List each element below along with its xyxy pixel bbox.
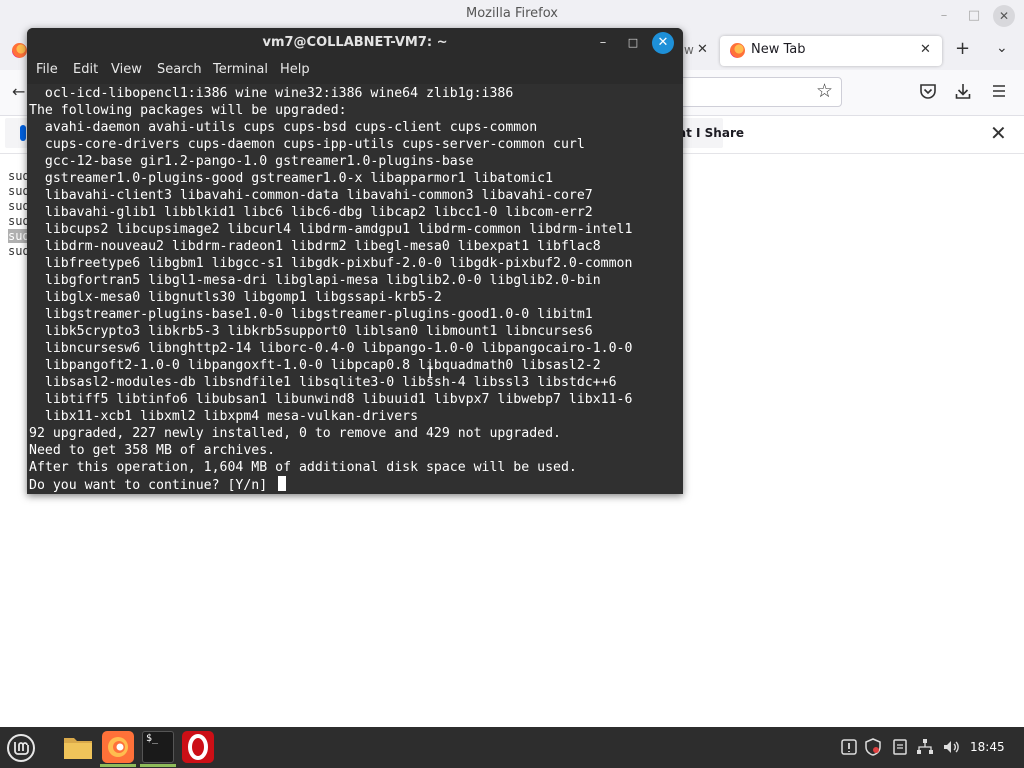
terminal-line: libdrm-nouveau2 libdrm-radeon1 libdrm2 l…: [29, 239, 601, 254]
terminal-line: gcc-12-base gir1.2-pango-1.0 gstreamer1.…: [29, 154, 474, 169]
firefox-icon[interactable]: [102, 731, 134, 763]
terminal-line: 92 upgraded, 227 newly installed, 0 to r…: [29, 426, 561, 441]
pocket-icon[interactable]: [919, 82, 937, 100]
network-icon[interactable]: [916, 738, 934, 756]
background-text-line-selected: sud: [8, 229, 28, 243]
tab-close-icon[interactable]: ✕: [920, 42, 931, 57]
back-button[interactable]: ←: [12, 82, 25, 101]
terminal-line: libcups2 libcupsimage2 libcurl4 libdrm-a…: [29, 222, 633, 237]
firefox-minimize-button[interactable]: –: [933, 5, 955, 27]
firefox-icon: [730, 43, 745, 58]
clipboard-icon[interactable]: [891, 738, 909, 756]
firefox-running-indicator: [100, 764, 136, 767]
terminal-line: libk5crypto3 libkrb5-3 libkrb5support0 l…: [29, 324, 593, 339]
terminal-minimize-button[interactable]: –: [592, 32, 614, 54]
clock[interactable]: 18:45: [970, 740, 1005, 754]
tab-prev-close-icon[interactable]: ✕: [697, 42, 708, 57]
firefox-window-title: Mozilla Firefox: [466, 6, 558, 21]
terminal-line: After this operation, 1,604 MB of additi…: [29, 460, 577, 475]
terminal-line: libsasl2-modules-db libsndfile1 libsqlit…: [29, 375, 617, 390]
notification-accent: [20, 125, 26, 141]
terminal-output-area[interactable]: ocl-icd-libopencl1:i386 wine wine32:i386…: [27, 84, 683, 494]
files-icon[interactable]: [62, 731, 94, 763]
terminal-line: avahi-daemon avahi-utils cups cups-bsd c…: [29, 120, 538, 135]
terminal-title: vm7@COLLABNET-VM7: ~: [262, 35, 448, 50]
menu-file[interactable]: File: [36, 62, 58, 77]
background-text-line: sud: [8, 244, 28, 258]
terminal-text: ocl-icd-libopencl1:i386 wine wine32:i386…: [29, 85, 632, 493]
terminal-line: libavahi-glib1 libblkid1 libc6 libc6-dbg…: [29, 205, 593, 220]
terminal-line: ocl-icd-libopencl1:i386 wine wine32:i386…: [29, 86, 514, 101]
terminal-line: cups-core-drivers cups-daemon cups-ipp-u…: [29, 137, 585, 152]
notification-close-icon[interactable]: ✕: [990, 121, 1007, 145]
terminal-window[interactable]: vm7@COLLABNET-VM7: ~ – □ ✕ File Edit Vie…: [27, 28, 683, 494]
background-text-line: sud: [8, 169, 28, 183]
terminal-line: libpangoft2-1.0-0 libpangoxft-1.0-0 libp…: [29, 358, 601, 373]
firefox-close-button[interactable]: ✕: [993, 5, 1015, 27]
new-tab-button[interactable]: +: [955, 38, 970, 59]
terminal-titlebar[interactable]: vm7@COLLABNET-VM7: ~ – □ ✕: [27, 28, 683, 58]
menu-terminal[interactable]: Terminal: [213, 62, 268, 77]
menu-edit[interactable]: Edit: [73, 62, 98, 77]
download-icon[interactable]: [954, 82, 972, 100]
shield-icon[interactable]: [864, 738, 882, 756]
terminal-line: libncursesw6 libnghttp2-14 liborc-0.4-0 …: [29, 341, 633, 356]
terminal-line: libx11-xcb1 libxml2 libxpm4 mesa-vulkan-…: [29, 409, 419, 424]
background-text-line: sud: [8, 214, 28, 228]
terminal-line: libtiff5 libtinfo6 libubsan1 libunwind8 …: [29, 392, 633, 407]
menu-view[interactable]: View: [111, 62, 142, 77]
terminal-line: gstreamer1.0-plugins-good gstreamer1.0-x…: [29, 171, 554, 186]
tab-new-tab[interactable]: New Tab ✕: [720, 36, 942, 66]
menu-help[interactable]: Help: [280, 62, 310, 77]
mint-menu-icon[interactable]: [6, 733, 36, 763]
hamburger-menu-icon[interactable]: [990, 82, 1008, 100]
terminal-prompt-line: Do you want to continue? [Y/n]: [29, 476, 632, 493]
notification-text: at I Share: [678, 126, 744, 140]
background-text-line: sud: [8, 184, 28, 198]
terminal-glyph: $_: [146, 733, 159, 744]
terminal-line: libfreetype6 libgbm1 libgcc-s1 libgdk-pi…: [29, 256, 633, 271]
tab-prev-label: w: [684, 43, 694, 57]
firefox-titlebar: Mozilla Firefox – □ ✕: [0, 0, 1024, 30]
opera-icon[interactable]: [182, 731, 214, 763]
firefox-maximize-button[interactable]: □: [963, 5, 985, 27]
volume-icon[interactable]: [942, 738, 960, 756]
terminal-line: libglx-mesa0 libgnutls30 libgomp1 libgss…: [29, 290, 442, 305]
terminal-line: The following packages will be upgraded:: [29, 103, 347, 118]
menu-search[interactable]: Search: [157, 62, 202, 77]
terminal-close-button[interactable]: ✕: [652, 32, 674, 54]
terminal-line: libgfortran5 libgl1-mesa-dri libglapi-me…: [29, 273, 601, 288]
terminal-line: libgstreamer-plugins-base1.0-0 libgstrea…: [29, 307, 593, 322]
terminal-running-indicator: [140, 764, 176, 767]
terminal-line: Need to get 358 MB of archives.: [29, 443, 276, 458]
text-cursor-icon: I: [427, 363, 434, 382]
terminal-prompt: Do you want to continue? [Y/n]: [29, 478, 276, 493]
tab-list-button[interactable]: ⌄: [996, 40, 1008, 56]
star-icon[interactable]: ☆: [816, 80, 833, 102]
tab-label: New Tab: [751, 42, 806, 57]
background-text-line: sud: [8, 199, 28, 213]
terminal-maximize-button[interactable]: □: [622, 32, 644, 54]
terminal-line: libavahi-client3 libavahi-common-data li…: [29, 188, 593, 203]
update-icon[interactable]: [840, 738, 858, 756]
terminal-cursor: [278, 476, 287, 491]
